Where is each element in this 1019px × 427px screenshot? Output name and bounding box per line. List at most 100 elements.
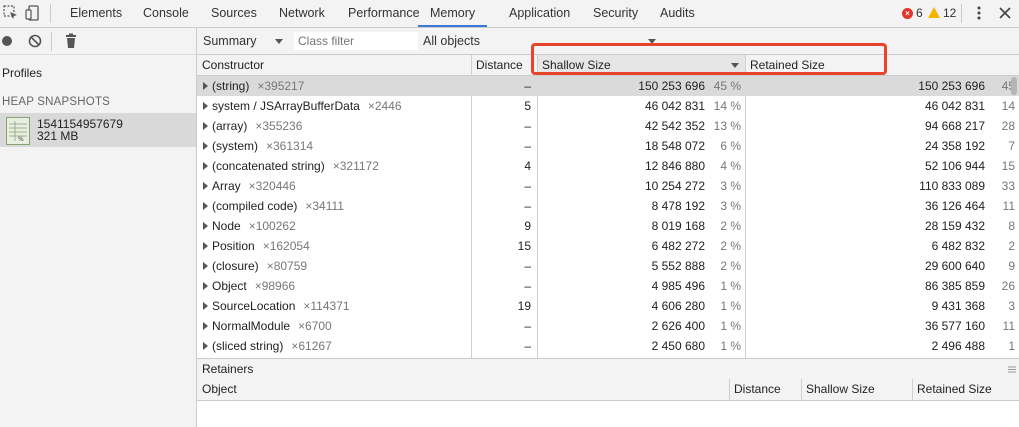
instance-count: ×361314	[266, 139, 314, 153]
tab-application[interactable]: Application	[509, 0, 570, 27]
table-row[interactable]: (concatenated string) ×321172 4 12 846 880 4…	[197, 156, 1019, 176]
retainers-object-header[interactable]: Object	[197, 379, 729, 400]
tab-sources[interactable]: Sources	[211, 0, 257, 27]
more-options-icon[interactable]	[970, 4, 988, 22]
tab-audits[interactable]: Audits	[660, 0, 695, 27]
table-row[interactable]: SourceLocation ×114371 19 4 606 280 1 % 9 431…	[197, 296, 1019, 316]
objects-select[interactable]: All objects	[423, 28, 480, 54]
expand-triangle-icon[interactable]	[203, 102, 208, 110]
table-row[interactable]: Object ×98966 – 4 985 496 1 % 86 385 859 26	[197, 276, 1019, 296]
expand-triangle-icon[interactable]	[203, 322, 208, 330]
error-count[interactable]: 6	[916, 0, 923, 27]
grid-scrollbar[interactable]	[1011, 77, 1017, 95]
constructor-name: (string)	[212, 79, 250, 93]
retained-size-cell: 36 126 464	[924, 199, 985, 213]
constructor-name: Node	[212, 219, 241, 233]
expand-triangle-icon[interactable]	[203, 222, 208, 230]
instance-count: ×2446	[367, 99, 402, 113]
toolbar-divider	[50, 4, 51, 23]
constructor-name: (array)	[212, 119, 248, 133]
expand-triangle-icon[interactable]	[203, 262, 208, 270]
constructor-cell: Object ×98966	[203, 276, 295, 296]
distance-cell: –	[524, 79, 531, 93]
expand-triangle-icon[interactable]	[203, 82, 208, 90]
table-row[interactable]: (compiled code) ×34111 – 8 478 192 3 % 36 126…	[197, 196, 1019, 216]
expand-triangle-icon[interactable]	[203, 202, 208, 210]
shallow-size-cell: 4 606 280	[651, 299, 705, 313]
expand-triangle-icon[interactable]	[203, 162, 208, 170]
constructor-cell: (sliced string) ×61267	[203, 336, 332, 356]
table-row[interactable]: Array ×320446 – 10 254 272 3 % 110 833 089 33	[197, 176, 1019, 196]
trash-icon[interactable]	[62, 32, 80, 50]
distance-cell: 5	[524, 99, 531, 113]
distance-column-header[interactable]: Distance	[471, 55, 537, 75]
constructor-name: NormalModule	[212, 319, 291, 333]
instance-count: ×395217	[257, 79, 305, 93]
class-filter-input[interactable]	[294, 32, 418, 50]
close-icon[interactable]	[996, 4, 1014, 22]
constructor-name: (sliced string)	[212, 339, 284, 353]
table-row[interactable]: Node ×100262 9 8 019 168 2 % 28 159 432 8	[197, 216, 1019, 236]
device-toolbar-icon[interactable]	[24, 4, 42, 22]
distance-cell: –	[524, 139, 531, 153]
constructor-cell: Array ×320446	[203, 176, 296, 196]
table-row[interactable]: (sliced string) ×61267 – 2 450 680 1 % 2 496 …	[197, 336, 1019, 356]
tab-elements[interactable]: Elements	[70, 0, 122, 27]
retained-size-cell: 46 042 831	[924, 99, 985, 113]
constructor-name: (concatenated string)	[212, 159, 325, 173]
retained-percent-cell: 14	[1001, 99, 1015, 113]
clear-icon[interactable]	[26, 32, 44, 50]
constructor-cell: (closure) ×80759	[203, 256, 307, 276]
tab-memory[interactable]: Memory	[418, 0, 488, 27]
table-row[interactable]: NormalModule ×6700 – 2 626 400 1 % 36 577 160…	[197, 316, 1019, 336]
instance-count: ×162054	[262, 239, 310, 253]
distance-cell: –	[524, 259, 531, 273]
tab-performance[interactable]: Performance	[348, 0, 420, 27]
instance-count: ×321172	[332, 159, 379, 173]
retained-size-cell: 110 833 089	[919, 179, 985, 193]
constructor-column-header[interactable]: Constructor	[197, 55, 471, 75]
annotation-highlight-box	[531, 43, 887, 75]
view-select[interactable]: Summary	[203, 28, 256, 54]
warning-count[interactable]: 12	[943, 0, 956, 27]
heap-snapshot-item[interactable]: % 1541154957679 321 MB	[0, 113, 196, 147]
expand-triangle-icon[interactable]	[203, 142, 208, 150]
retained-size-cell: 52 106 944	[924, 159, 985, 173]
expand-triangle-icon[interactable]	[203, 282, 208, 290]
retained-size-cell: 28 159 432	[924, 219, 985, 233]
table-row[interactable]: (array) ×355236 – 42 542 352 13 % 94 668 217 2…	[197, 116, 1019, 136]
instance-count: ×114371	[303, 299, 350, 313]
constructor-name: Position	[212, 239, 255, 253]
shallow-size-cell: 46 042 831	[644, 99, 705, 113]
expand-triangle-icon[interactable]	[203, 302, 208, 310]
snapshot-size: 321 MB	[37, 129, 79, 143]
table-row[interactable]: (system) ×361314 – 18 548 072 6 % 24 358 192 7	[197, 136, 1019, 156]
record-icon[interactable]	[0, 32, 18, 50]
constructor-cell: (compiled code) ×34111	[203, 196, 344, 216]
table-row[interactable]: system / JSArrayBufferData ×2446 5 46 042 8…	[197, 96, 1019, 116]
shallow-percent-cell: 4 %	[720, 159, 741, 173]
inspect-element-icon[interactable]	[2, 4, 20, 22]
shallow-percent-cell: 2 %	[720, 239, 741, 253]
shallow-size-cell: 12 846 880	[644, 159, 705, 173]
constructor-cell: (string) ×395217	[203, 76, 304, 96]
tab-console[interactable]: Console	[143, 0, 189, 27]
distance-cell: –	[524, 119, 531, 133]
table-row[interactable]: (string) ×395217 – 150 253 696 45 % 150 253 6…	[197, 76, 1019, 96]
expand-triangle-icon[interactable]	[203, 342, 208, 350]
retainers-shallow-header[interactable]: Shallow Size	[801, 379, 912, 400]
resize-handle-icon[interactable]	[1007, 363, 1017, 377]
distance-cell: 4	[524, 159, 531, 173]
shallow-size-cell: 6 482 272	[651, 239, 705, 253]
tab-network[interactable]: Network	[279, 0, 325, 27]
table-row[interactable]: Position ×162054 15 6 482 272 2 % 6 482 832 2	[197, 236, 1019, 256]
retainers-distance-header[interactable]: Distance	[729, 379, 801, 400]
retainers-retained-header[interactable]: Retained Size	[912, 379, 1019, 400]
expand-triangle-icon[interactable]	[203, 122, 208, 130]
expand-triangle-icon[interactable]	[203, 182, 208, 190]
distance-cell: 15	[517, 239, 531, 253]
distance-cell: 19	[517, 299, 531, 313]
tab-security[interactable]: Security	[593, 0, 638, 27]
expand-triangle-icon[interactable]	[203, 242, 208, 250]
table-row[interactable]: (closure) ×80759 – 5 552 888 2 % 29 600 640 9	[197, 256, 1019, 276]
